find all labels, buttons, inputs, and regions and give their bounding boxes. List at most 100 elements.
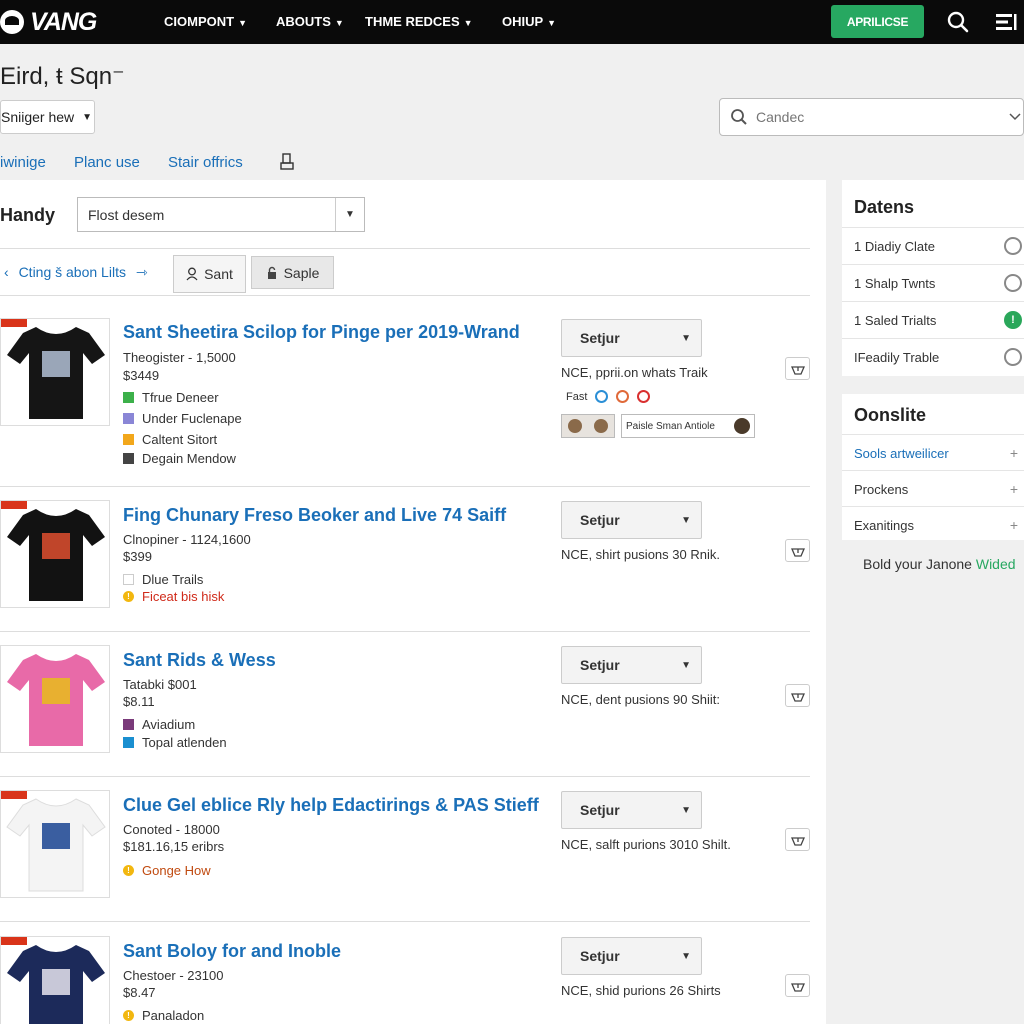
page-title: Eird, ŧ Sqn⁻: [0, 63, 125, 90]
tag-label: Dlue Trails: [142, 572, 204, 587]
wishlist-button[interactable]: [785, 828, 810, 851]
product-image[interactable]: [0, 645, 110, 753]
product-price: $399: [123, 549, 152, 564]
product-option-select[interactable]: Setjur ▼: [561, 501, 702, 539]
basket-icon: [790, 692, 805, 702]
product-image[interactable]: [0, 500, 110, 608]
product-tag: Tfrue Deneer: [123, 390, 219, 405]
radio-button-selected[interactable]: !: [1004, 311, 1022, 329]
product-meta: Chestoer - 23100: [123, 968, 224, 983]
online-item[interactable]: Prockens +: [842, 470, 1024, 507]
plus-icon[interactable]: +: [1010, 517, 1018, 533]
chevron-down-icon: ▼: [334, 18, 344, 28]
basket-icon: [790, 982, 805, 992]
tag-label: Gonge How: [142, 863, 211, 878]
user-icon: [186, 267, 198, 281]
brand-logo[interactable]: VANG: [0, 6, 97, 38]
product-title[interactable]: Sant Sheetira Scilop for Pinge per 2019-…: [123, 322, 520, 343]
nav-item-components[interactable]: CIOMPONT ▼: [164, 14, 247, 29]
option-icon[interactable]: [595, 390, 609, 403]
info-icon: !: [123, 1010, 134, 1021]
product-option-select[interactable]: Setjur ▼: [561, 937, 702, 975]
promo-link[interactable]: Wided: [976, 556, 1016, 572]
search-icon[interactable]: [946, 10, 970, 34]
product-note: NCE, pprii.on whats Traik: [561, 365, 708, 380]
nav-item-ohiup[interactable]: OHIUP ▼: [502, 14, 556, 29]
date-option[interactable]: 1 Shalp Twnts: [842, 264, 1024, 301]
arrow-right-icon: ⇾: [135, 264, 148, 280]
product-price: $181.16,15 eribrs: [123, 839, 225, 854]
link-iwinige[interactable]: iwinige: [0, 154, 46, 171]
product-title[interactable]: Fing Chunary Freso Beoker and Live 74 Sa…: [123, 505, 506, 526]
product-card: Fing Chunary Freso Beoker and Live 74 Sa…: [0, 500, 826, 620]
color-swatch: [123, 453, 134, 464]
menu-icon[interactable]: [994, 10, 1018, 34]
online-item[interactable]: Sools artweilicer +: [842, 434, 1024, 471]
date-option[interactable]: 1 Diadiy Clate: [842, 227, 1024, 264]
wishlist-button[interactable]: [785, 357, 810, 380]
option-label: 1 Shalp Twnts: [854, 275, 936, 291]
product-title[interactable]: Sant Boloy for and Inoble: [123, 941, 341, 962]
filter-select[interactable]: Flost desem ▼: [77, 197, 365, 232]
product-tag: ! Gonge How: [123, 863, 211, 878]
chevron-down-icon: ▼: [681, 950, 691, 962]
nav-label: OHIUP: [502, 14, 544, 29]
thumbnail-label[interactable]: Paisle Sman Antiole: [621, 414, 755, 438]
sort-dropdown[interactable]: Sniiger hew ▼: [0, 100, 95, 134]
wishlist-button[interactable]: [785, 539, 810, 562]
basket-icon: [790, 547, 805, 557]
thumbnail-image[interactable]: [561, 414, 615, 438]
wishlist-button[interactable]: [785, 684, 810, 707]
date-option[interactable]: IFeadily Trable: [842, 338, 1024, 375]
avatar: [594, 419, 608, 433]
product-option-select[interactable]: Setjur ▼: [561, 791, 702, 829]
product-meta: Tatabki $001: [123, 677, 197, 692]
option-icon[interactable]: [637, 390, 651, 403]
product-title[interactable]: Clue Gel eblice Rly help Edactirings & P…: [123, 795, 539, 816]
radio-button[interactable]: [1004, 237, 1022, 255]
link-planc-use[interactable]: Planc use: [74, 154, 140, 171]
option-icon[interactable]: [616, 390, 630, 403]
print-icon[interactable]: [279, 152, 295, 177]
search-field[interactable]: [719, 98, 1024, 136]
radio-button[interactable]: [1004, 348, 1022, 366]
item-label: Prockens: [854, 481, 909, 497]
plus-icon[interactable]: +: [1010, 481, 1018, 497]
chevron-down-icon: ▼: [681, 804, 691, 816]
shirt-print: [42, 823, 70, 849]
divider: [0, 921, 810, 922]
product-option-select[interactable]: Setjur ▼: [561, 319, 702, 357]
search-icon: [731, 109, 747, 125]
nav-item-theme-redces[interactable]: THME REDCES ▼: [365, 14, 473, 29]
divider: [0, 248, 810, 249]
product-image[interactable]: [0, 318, 110, 426]
tshirt-image: [6, 798, 106, 892]
product-option-select[interactable]: Setjur ▼: [561, 646, 702, 684]
product-tag: Degain Mendow: [123, 451, 236, 466]
tag-label: Tfrue Deneer: [142, 390, 219, 405]
search-input[interactable]: [756, 109, 996, 125]
product-price: $8.11: [123, 694, 155, 709]
wishlist-button[interactable]: [785, 974, 810, 997]
product-tag: Topal atlenden: [123, 735, 227, 750]
option-label: 1 Saled Trialts: [854, 312, 937, 328]
avatar: [568, 419, 582, 433]
nav-label: ABOUTS: [276, 14, 331, 29]
plus-icon[interactable]: +: [1010, 445, 1018, 461]
sale-badge: [1, 501, 27, 509]
radio-button[interactable]: [1004, 274, 1022, 292]
apply-button[interactable]: APRILICSE: [831, 5, 924, 38]
select-label: Setjur: [580, 802, 620, 818]
product-image[interactable]: [0, 936, 110, 1024]
chevron-down-icon: [1009, 113, 1021, 121]
tab-saple[interactable]: Saple: [251, 256, 334, 289]
tab-sant[interactable]: Sant: [173, 255, 246, 293]
link-stair-offrics[interactable]: Stair offrics: [168, 154, 243, 171]
nav-item-abouts[interactable]: ABOUTS ▼: [276, 14, 344, 29]
color-swatch: [123, 719, 134, 730]
date-option[interactable]: 1 Saled Trialts!: [842, 301, 1024, 338]
product-title[interactable]: Sant Rids & Wess: [123, 650, 276, 671]
online-item[interactable]: Exanitings +: [842, 506, 1024, 543]
product-image[interactable]: [0, 790, 110, 898]
back-link[interactable]: ‹ Cting š abon Lilts ⇾: [4, 264, 148, 281]
